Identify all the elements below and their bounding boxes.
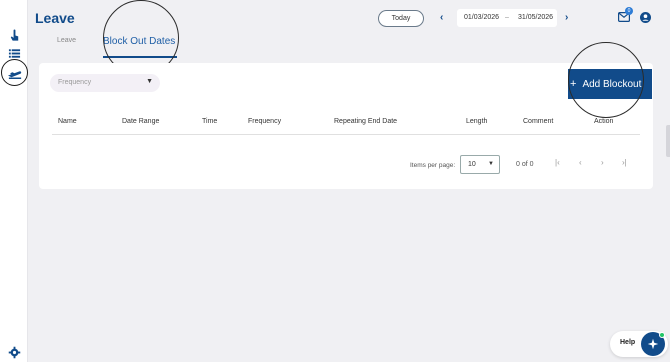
column-header-repeating-end-date: Repeating End Date — [334, 118, 398, 125]
items-per-page-label: Items per page: — [410, 162, 456, 169]
date-end: 31/05/2026 — [518, 14, 554, 21]
sidebar — [0, 0, 28, 362]
table-header-divider — [52, 134, 640, 135]
column-header-date-range: Date Range — [122, 118, 160, 125]
frequency-select[interactable]: Frequency ▼ — [50, 74, 160, 92]
column-header-comment: Comment — [523, 118, 554, 125]
touch-icon-glyph — [10, 29, 19, 41]
user-avatar-icon[interactable] — [640, 12, 651, 23]
items-per-page-select[interactable]: 10 ▼ — [460, 155, 500, 174]
items-per-page-value: 10 — [468, 161, 476, 168]
mail-badge: 0 — [625, 7, 633, 15]
previous-page-icon[interactable]: ‹ — [579, 158, 582, 167]
touch-icon[interactable] — [8, 29, 21, 42]
next-page-icon[interactable]: › — [601, 158, 604, 167]
help-label: Help — [620, 339, 636, 346]
column-header-name: Name — [58, 118, 77, 125]
column-header-time: Time — [202, 118, 218, 125]
first-page-icon[interactable]: |‹ — [555, 158, 560, 167]
highlight-circle-add — [568, 42, 644, 118]
page-title: Leave — [35, 10, 75, 26]
date-range-picker[interactable]: 01/03/2026 – 31/05/2026 — [457, 9, 557, 27]
gear-icon[interactable] — [8, 346, 21, 359]
sidebar-item-leave-active[interactable] — [1, 59, 28, 86]
chevron-right-icon[interactable]: › — [565, 12, 568, 23]
column-header-action: Action — [594, 118, 614, 125]
column-header-length: Length — [466, 118, 488, 125]
gear-icon-glyph — [8, 346, 21, 359]
frequency-placeholder: Frequency — [58, 79, 92, 86]
plane-departure-icon — [7, 70, 21, 79]
column-header-frequency: Frequency — [248, 118, 282, 125]
today-button[interactable]: Today — [378, 10, 424, 27]
last-page-icon[interactable]: ›| — [622, 158, 627, 167]
caret-down-icon: ▼ — [146, 78, 153, 85]
sparkle-icon-glyph — [647, 338, 659, 350]
pagination-range: 0 of 0 — [516, 161, 534, 168]
caret-down-icon: ▼ — [488, 161, 494, 167]
date-separator: – — [505, 14, 509, 21]
side-drawer-handle[interactable] — [666, 125, 670, 157]
date-start: 01/03/2026 — [464, 14, 500, 21]
tab-leave[interactable]: Leave — [57, 37, 76, 44]
online-status-dot — [659, 332, 665, 338]
chevron-left-icon[interactable]: ‹ — [440, 12, 443, 23]
